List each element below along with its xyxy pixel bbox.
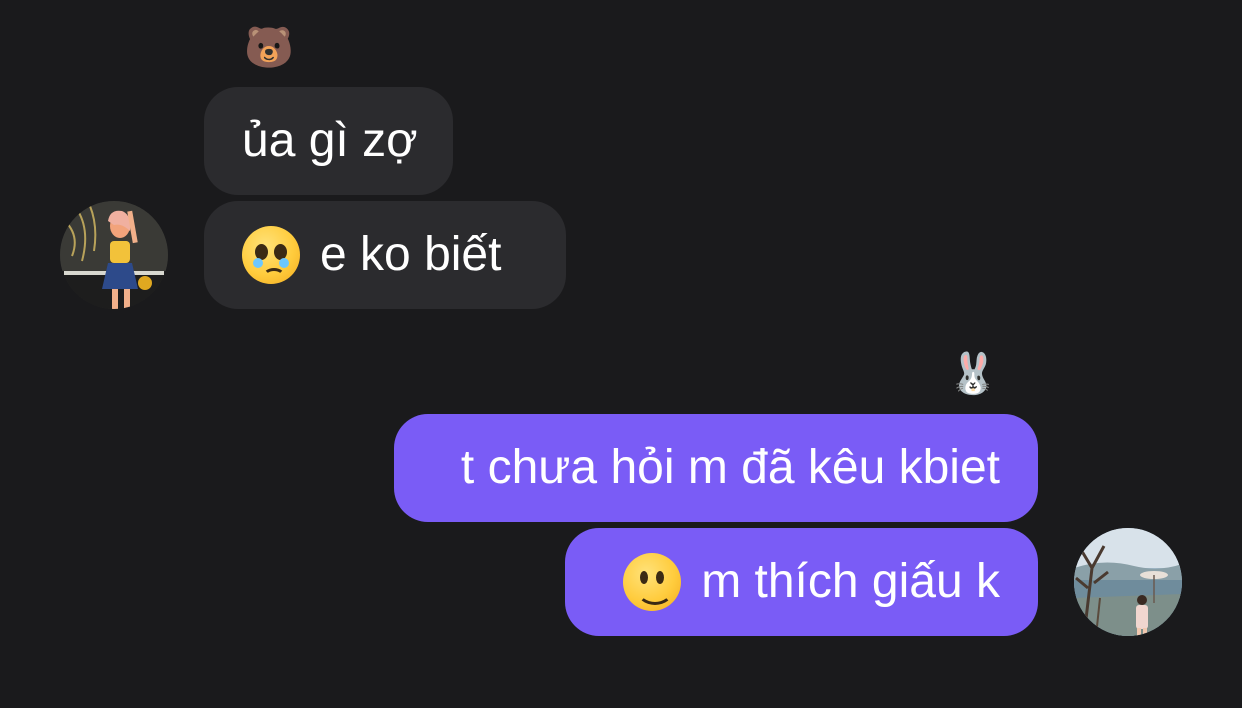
message-text: m thích giấu k (701, 555, 1000, 608)
message-text: ủa gì zợ (242, 114, 418, 167)
user-photo-avatar[interactable] (1074, 528, 1182, 636)
slightly-smiling-face-icon (623, 553, 682, 611)
message-text: t chưa hỏi m đã kêu kbiet (460, 441, 1000, 494)
rabbit-face-icon[interactable]: 🐰 (948, 350, 998, 398)
outgoing-message-2[interactable]: m thích giấu k (565, 528, 1038, 636)
message-text: e ko biết (320, 228, 502, 281)
incoming-message-1[interactable]: ủa gì zợ (204, 87, 453, 195)
contact-photo-avatar[interactable] (60, 201, 168, 309)
chat-thread: 🐻 ủa gì zợ e ko biết 🐰 t chưa hỏi m đã k… (0, 0, 1242, 708)
incoming-message-2[interactable]: e ko biết (204, 201, 566, 309)
outgoing-message-1[interactable]: t chưa hỏi m đã kêu kbiet (394, 414, 1038, 522)
pleading-face-icon (242, 226, 300, 284)
bear-face-icon[interactable]: 🐻 (244, 24, 294, 72)
